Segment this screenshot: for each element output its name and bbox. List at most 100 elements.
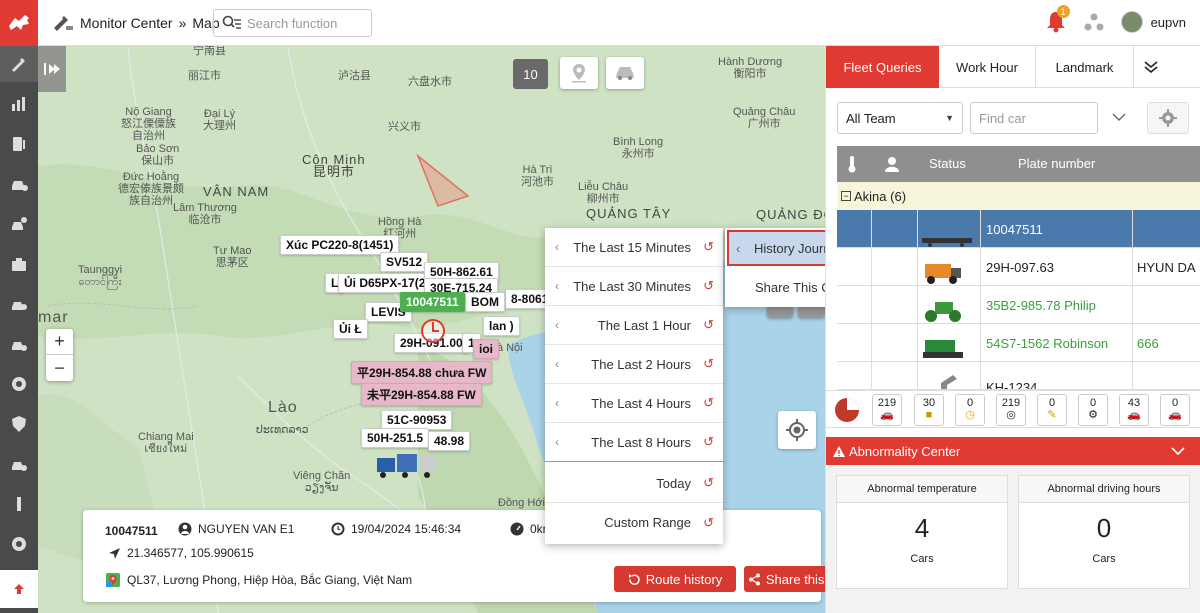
stat-offline[interactable]: 219 ◎ bbox=[996, 394, 1026, 426]
chevron-left-icon: ‹ bbox=[555, 240, 559, 254]
abnormality-header[interactable]: Abnormality Center bbox=[826, 437, 1200, 465]
map-label: Quảng Châu 广州市 bbox=[733, 106, 796, 130]
sidebar-item-fuel[interactable] bbox=[0, 126, 38, 162]
sidebar-item-dispatch[interactable] bbox=[0, 286, 38, 322]
stat-running[interactable]: 43 🚗 bbox=[1119, 394, 1149, 426]
time-range-4hours[interactable]: ‹ The Last 4 Hours ↺ bbox=[545, 384, 723, 423]
table-row[interactable]: 54S7-1562 Robinson 666 bbox=[837, 324, 1200, 362]
find-car-input[interactable] bbox=[970, 102, 1098, 134]
stat-expired[interactable]: 0 ⚙ bbox=[1078, 394, 1108, 426]
time-range-today[interactable]: Today ↺ bbox=[545, 464, 723, 503]
find-car-dropdown[interactable] bbox=[1112, 110, 1126, 125]
vehicle-label-selected[interactable]: 10047511 bbox=[400, 292, 465, 312]
selected-vehicle-marker-icon[interactable] bbox=[418, 316, 448, 346]
abnormal-temperature-card[interactable]: Abnormal temperature 4 Cars bbox=[836, 475, 1008, 589]
search-list-icon bbox=[222, 15, 241, 29]
vehicle-label[interactable]: 平29H-854.88 chưa FW bbox=[351, 361, 493, 384]
user-network-icon[interactable] bbox=[1083, 11, 1105, 33]
function-search[interactable] bbox=[213, 9, 372, 37]
stat-moving[interactable]: 219 🚗 bbox=[872, 394, 902, 426]
vehicle-label[interactable]: 48.98 bbox=[428, 431, 471, 451]
function-search-input[interactable] bbox=[247, 15, 367, 31]
table-row[interactable]: 35B2-985.78 Philip bbox=[837, 286, 1200, 324]
vehicle-label[interactable]: 50H-251.5 bbox=[361, 428, 430, 448]
panel-settings-button[interactable] bbox=[1147, 102, 1189, 134]
sidebar-item-vehicles[interactable] bbox=[0, 326, 38, 362]
warning-icon bbox=[833, 445, 845, 457]
stat-no-signal[interactable]: 0 ✎ bbox=[1037, 394, 1067, 426]
vehicle-label[interactable]: 51C-90953 bbox=[381, 410, 453, 430]
app-logo[interactable] bbox=[0, 0, 38, 46]
sidebar-item-settings[interactable] bbox=[0, 526, 38, 562]
sidebar-item-maintenance[interactable] bbox=[0, 166, 38, 202]
map-panel-toggle[interactable] bbox=[38, 46, 66, 92]
tab-work-hour[interactable]: Work Hour bbox=[939, 46, 1035, 88]
time-range-custom[interactable]: Custom Range ↺ bbox=[545, 503, 723, 542]
time-range-8hours[interactable]: ‹ The Last 8 Hours ↺ bbox=[545, 423, 723, 462]
info-datetime: 19/04/2024 15:46:34 bbox=[331, 522, 461, 536]
collapse-icon: − bbox=[841, 191, 851, 201]
header-status[interactable]: Status bbox=[929, 156, 966, 171]
vehicle-label[interactable]: Ủi Ł bbox=[333, 319, 368, 339]
car-tools-icon bbox=[12, 181, 28, 191]
car-alert-icon bbox=[12, 217, 27, 230]
table-row[interactable]: 29H-097.63 HYUN DA bbox=[837, 248, 1200, 286]
vehicle-label[interactable]: SV512 bbox=[380, 252, 429, 272]
map-location-button[interactable] bbox=[560, 57, 598, 89]
abnormal-driving-hours-card[interactable]: Abnormal driving hours 0 Cars bbox=[1018, 475, 1190, 589]
team-select[interactable]: All Team ▼ bbox=[837, 102, 963, 134]
my-location-button[interactable] bbox=[778, 411, 816, 449]
notification-button[interactable]: 1 bbox=[1045, 5, 1070, 34]
vehicle-truck-icons[interactable] bbox=[375, 450, 437, 480]
sidebar-item-settings-car[interactable] bbox=[0, 446, 38, 482]
sidebar-collapse-button[interactable] bbox=[0, 570, 38, 608]
tabs-more-button[interactable] bbox=[1134, 46, 1168, 88]
vehicle-label[interactable]: ioi bbox=[473, 339, 499, 359]
map-vehicle-button[interactable] bbox=[606, 57, 644, 89]
gear-icon bbox=[1159, 109, 1177, 127]
chevron-left-icon: ‹ bbox=[555, 357, 559, 371]
pie-chart-icon[interactable] bbox=[832, 396, 862, 424]
stat-alarm[interactable]: 0 🚗 bbox=[1160, 394, 1190, 426]
breadcrumb-section[interactable]: Monitor Center bbox=[80, 15, 173, 31]
sidebar-item-wheel[interactable] bbox=[0, 366, 38, 402]
chevron-down-icon bbox=[1171, 446, 1185, 455]
share-car-button[interactable]: Share this car bbox=[744, 566, 825, 592]
sidebar-item-reports[interactable] bbox=[0, 86, 38, 122]
vehicle-label[interactable]: Ủi D65PX-17(2 bbox=[338, 273, 432, 293]
sidebar-item-tools[interactable] bbox=[0, 486, 38, 522]
pencil-icon: ✎ bbox=[1047, 409, 1057, 421]
table-row[interactable]: KH-1234 bbox=[837, 362, 1200, 390]
vehicle-group[interactable]: − Akina (6) bbox=[837, 182, 1200, 210]
sidebar-item-alerts[interactable] bbox=[0, 206, 38, 242]
map-label: 丽江市 bbox=[188, 70, 221, 82]
table-row[interactable]: 10047511 bbox=[837, 210, 1200, 248]
vehicle-label[interactable]: BOM bbox=[465, 292, 505, 312]
stat-stopped[interactable]: 30 ■ bbox=[914, 394, 944, 426]
zoom-in-button[interactable]: + bbox=[46, 329, 73, 355]
header-plate[interactable]: Plate number bbox=[1018, 156, 1095, 171]
clock-icon: ◷ bbox=[965, 409, 975, 421]
tab-fleet-queries[interactable]: Fleet Queries bbox=[826, 46, 939, 88]
tab-landmark[interactable]: Landmark bbox=[1035, 46, 1134, 88]
time-range-30min[interactable]: ‹ The Last 30 Minutes ↺ bbox=[545, 267, 723, 306]
user-menu[interactable]: eupvn bbox=[1120, 11, 1186, 33]
time-range-2hours[interactable]: ‹ The Last 2 Hours ↺ bbox=[545, 345, 723, 384]
zoom-out-button[interactable]: − bbox=[46, 355, 73, 381]
panel-tabs: Fleet Queries Work Hour Landmark bbox=[826, 46, 1200, 88]
stat-idle[interactable]: 0 ◷ bbox=[955, 394, 985, 426]
time-range-1hour[interactable]: ‹ The Last 1 Hour ↺ bbox=[545, 306, 723, 345]
vehicle-label[interactable]: 未平29H-854.88 FW bbox=[361, 383, 482, 406]
info-address: QL37, Lương Phong, Hiệp Hòa, Bắc Giang, … bbox=[105, 572, 412, 588]
zoom-control: + − bbox=[46, 329, 73, 381]
time-range-15min[interactable]: ‹ The Last 15 Minutes ↺ bbox=[545, 228, 723, 267]
vehicle-cluster-count[interactable]: 10 bbox=[513, 59, 548, 89]
sidebar-item-business[interactable] bbox=[0, 246, 38, 282]
vehicle-label[interactable]: lan ) bbox=[483, 316, 520, 336]
sidebar-item-monitor[interactable] bbox=[0, 46, 38, 82]
route-history-button[interactable]: Route history bbox=[614, 566, 736, 592]
history-icon: ↺ bbox=[703, 317, 714, 332]
car-icon: 🚗 bbox=[1127, 409, 1141, 421]
notification-badge: 1 bbox=[1056, 5, 1070, 18]
sidebar-item-security[interactable] bbox=[0, 406, 38, 442]
